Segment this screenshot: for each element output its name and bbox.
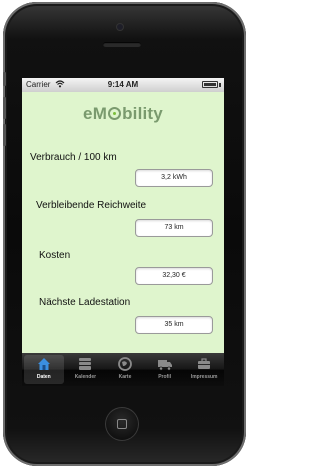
status-time: 9:14 AM [107,80,139,89]
cost-label: Kosten [39,250,71,261]
tab-label: Daten [36,374,51,380]
app-screen: Carrier 9:14 AM eM bility Verbrauch / 100… [22,78,224,386]
status-bar: Carrier 9:14 AM [22,78,224,92]
logo-prefix: eM [83,104,108,123]
battery-icon [202,81,218,88]
cost-field[interactable]: 32,30 € [135,267,213,285]
next-station-label: Nächste Ladestation [39,297,131,308]
home-button-icon [117,419,127,429]
tab-label: Karte [118,374,132,380]
next-station-field[interactable]: 35 km [135,316,213,334]
earpiece-speaker [103,42,141,47]
globe-icon [118,357,132,371]
truck-icon [157,360,172,371]
briefcase-icon [198,358,211,369]
logo-suffix: bility [122,104,163,123]
calendar-icon [79,358,92,370]
tab-label: Profil [158,374,171,380]
app-logo: eM bility [22,104,224,124]
volume-up-button [3,97,6,119]
front-camera [117,24,123,30]
tab-bar: Daten Kalender Karte Profil Impressum [22,353,224,386]
tab-daten[interactable]: Daten [24,355,64,384]
mute-switch [3,72,6,86]
logo-o-icon [108,107,122,120]
tab-label: Impressum [190,374,218,380]
tab-kalender[interactable]: Kalender [66,353,106,386]
consumption-label: Verbrauch / 100 km [30,152,117,163]
house-icon [37,358,50,370]
tab-profil[interactable]: Profil [145,353,185,386]
range-field[interactable]: 73 km [135,219,213,237]
battery-tip [219,83,221,87]
tab-impressum[interactable]: Impressum [184,353,224,386]
volume-down-button [3,124,6,146]
tab-karte[interactable]: Karte [105,353,145,386]
tab-label: Kalender [74,374,97,380]
range-label: Verbleibende Reichweite [36,200,147,211]
consumption-field[interactable]: 3,2 kWh [135,169,213,187]
